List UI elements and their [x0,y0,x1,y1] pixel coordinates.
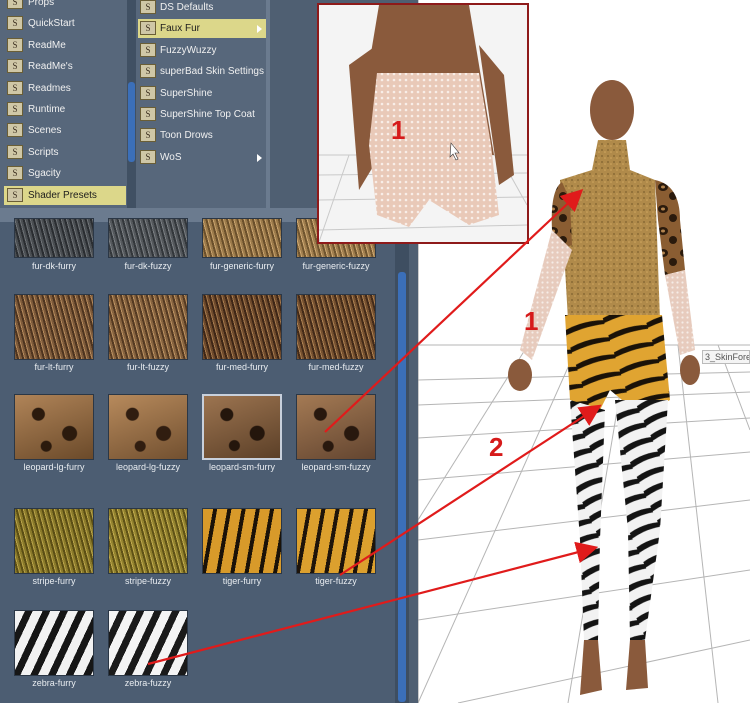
arrow-leopard-to-sleeve [324,188,584,433]
arrow-tiger-to-shorts [339,404,602,576]
annotation-arrows [147,188,602,666]
arrow-zebra-to-legs [147,541,599,666]
